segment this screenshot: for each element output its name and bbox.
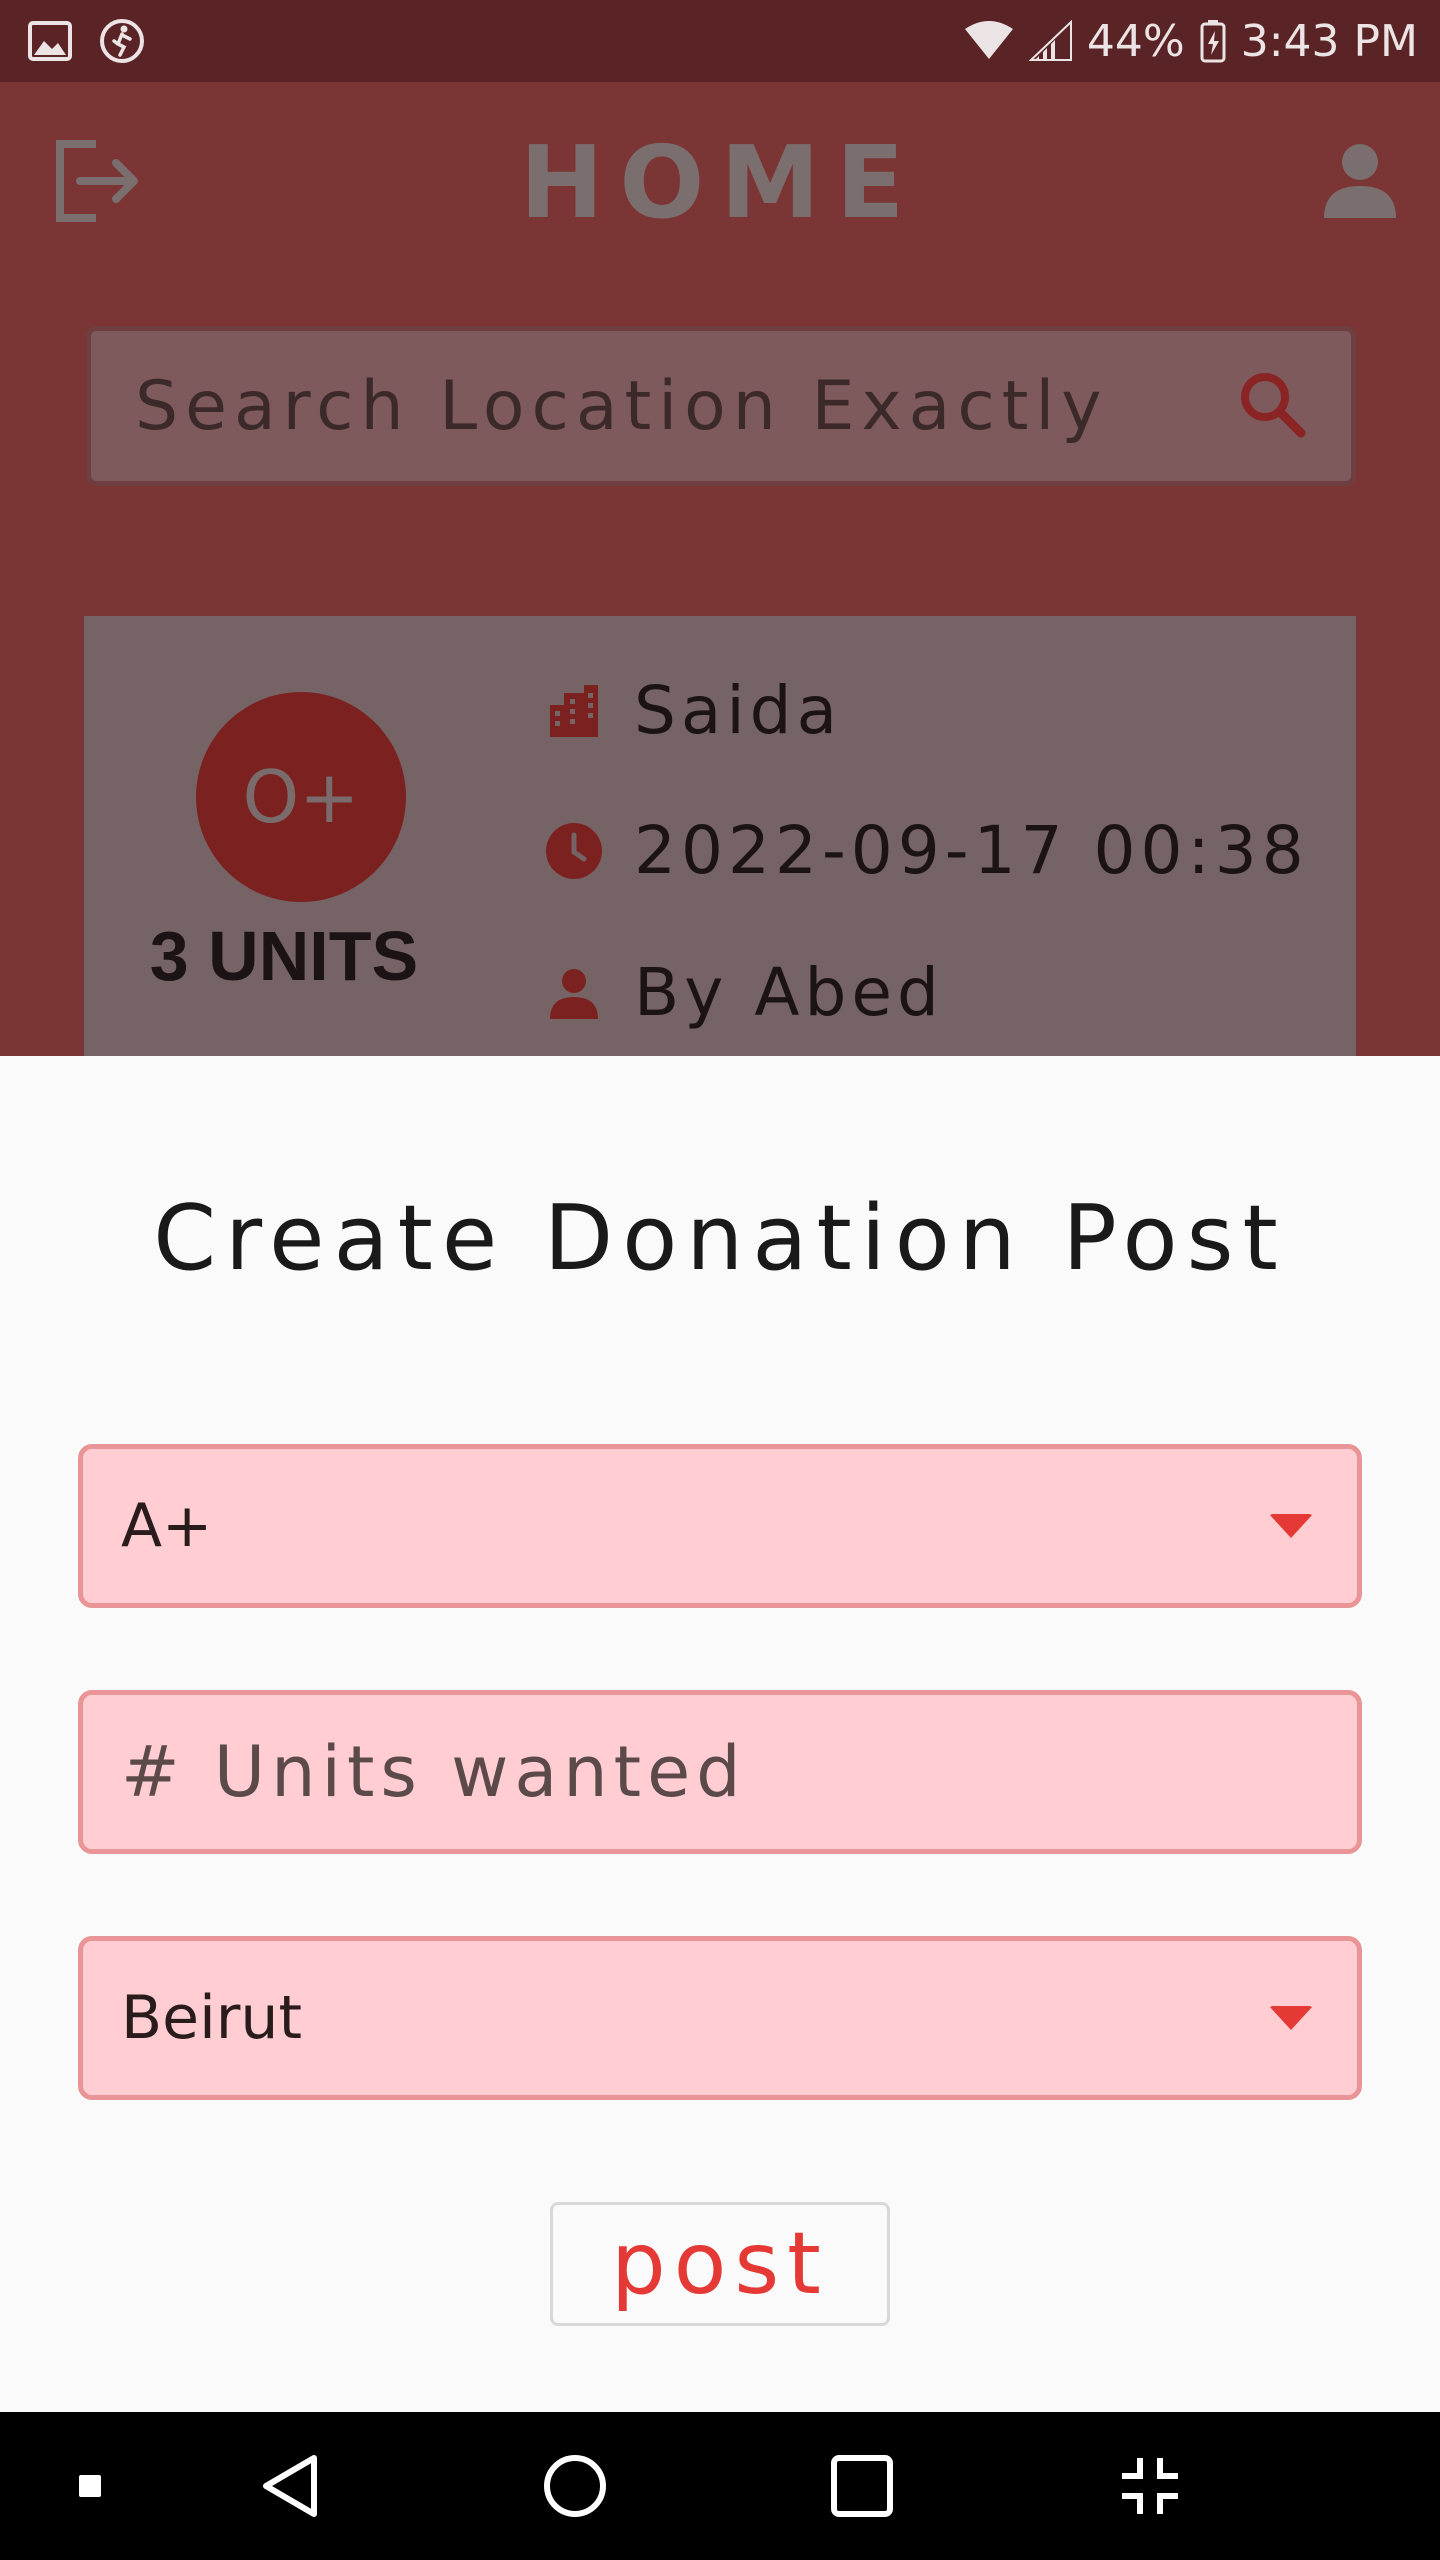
activity-icon bbox=[98, 17, 146, 65]
battery-percent: 44% bbox=[1086, 15, 1185, 67]
person-icon bbox=[514, 967, 634, 1019]
units-field[interactable]: # Units wanted bbox=[78, 1690, 1362, 1854]
search-placeholder: Search Location Exactly bbox=[135, 366, 1109, 446]
blood-type-dropdown[interactable]: A+ bbox=[78, 1444, 1362, 1608]
clock: 3:43 PM bbox=[1240, 15, 1418, 67]
navigation-bar bbox=[0, 2412, 1440, 2560]
image-icon bbox=[28, 21, 72, 61]
post-button[interactable]: post bbox=[550, 2202, 890, 2326]
units-label: 3 UNITS bbox=[149, 917, 419, 995]
page-title: HOME bbox=[519, 123, 921, 241]
blood-type-value: A+ bbox=[121, 1491, 213, 1561]
blood-type-label: O+ bbox=[242, 755, 360, 839]
logout-icon[interactable] bbox=[54, 138, 140, 228]
create-post-sheet: Create Donation Post A+ # Units wanted B… bbox=[0, 1056, 1440, 2412]
card-datetime: 2022-09-17 00:38 bbox=[634, 812, 1309, 889]
home-screen: HOME Search Location Exactly O+ 3 UNITS … bbox=[0, 82, 1440, 1056]
author-row: By Abed bbox=[514, 954, 944, 1031]
units-placeholder: # Units wanted bbox=[121, 1731, 747, 1813]
location-value: Beirut bbox=[121, 1983, 302, 2053]
search-icon[interactable] bbox=[1237, 369, 1307, 443]
dot-icon bbox=[70, 2412, 110, 2560]
profile-icon[interactable] bbox=[1322, 142, 1398, 222]
chevron-down-icon bbox=[1269, 1514, 1313, 1538]
time-row: 2022-09-17 00:38 bbox=[514, 812, 1309, 889]
donation-card[interactable]: O+ 3 UNITS Saida 2022-09-17 00:38 By Abe… bbox=[84, 616, 1356, 1056]
search-input[interactable]: Search Location Exactly bbox=[86, 326, 1356, 486]
app-bar: HOME bbox=[0, 82, 1440, 282]
collapse-icon[interactable] bbox=[1110, 2412, 1190, 2560]
blood-type-badge: O+ bbox=[196, 692, 406, 902]
sheet-title: Create Donation Post bbox=[153, 1186, 1287, 1291]
status-bar: 44% 3:43 PM bbox=[0, 0, 1440, 82]
chevron-down-icon bbox=[1269, 2006, 1313, 2030]
card-author: By Abed bbox=[634, 954, 944, 1031]
battery-charging-icon bbox=[1199, 19, 1227, 63]
location-dropdown[interactable]: Beirut bbox=[78, 1936, 1362, 2100]
wifi-icon bbox=[963, 21, 1015, 61]
signal-icon bbox=[1028, 20, 1073, 62]
building-icon bbox=[514, 683, 634, 739]
home-icon[interactable] bbox=[535, 2412, 615, 2560]
card-location: Saida bbox=[634, 672, 843, 749]
recents-icon[interactable] bbox=[822, 2412, 902, 2560]
clock-icon bbox=[514, 821, 634, 881]
back-icon[interactable] bbox=[250, 2412, 330, 2560]
location-row: Saida bbox=[514, 672, 842, 749]
